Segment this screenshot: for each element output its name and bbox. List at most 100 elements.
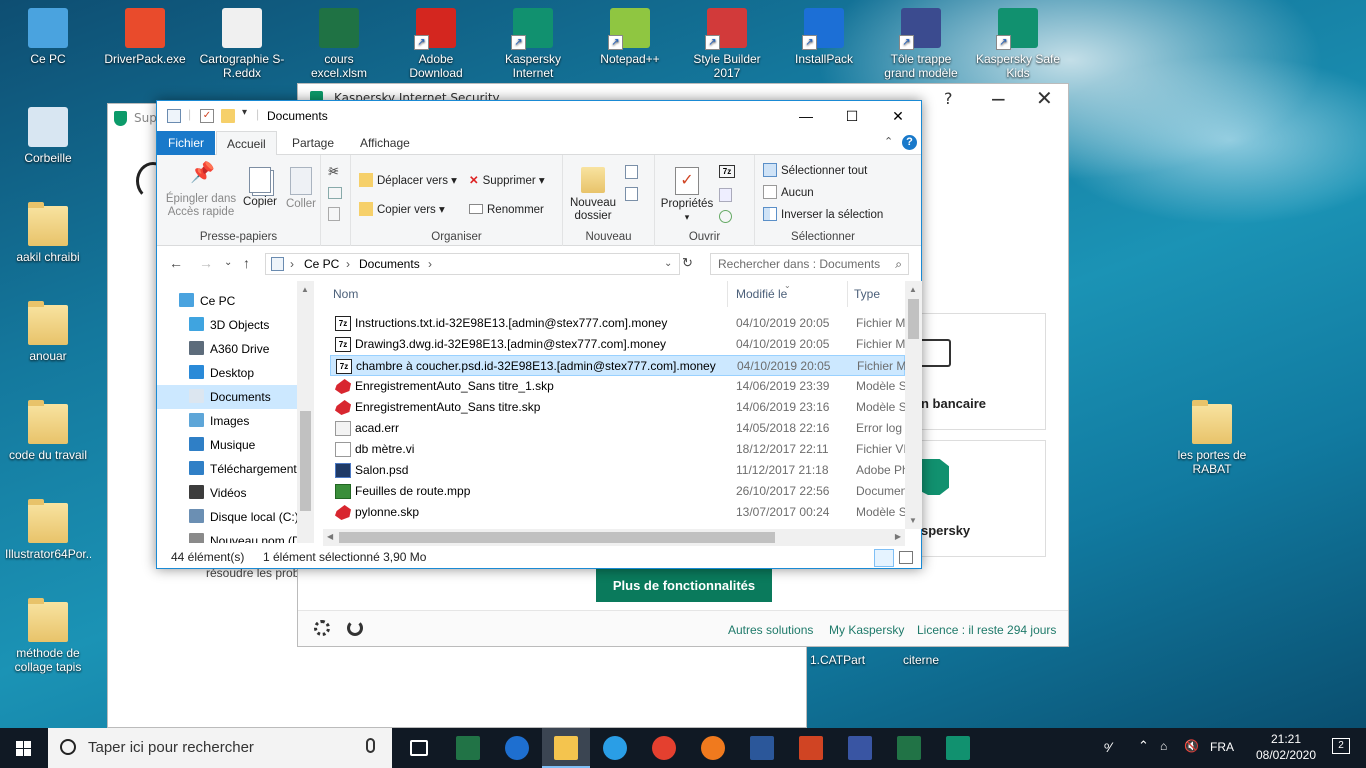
gear-icon[interactable] (314, 620, 330, 636)
paste-shortcut-icon[interactable] (328, 207, 340, 221)
file-row[interactable]: db mètre.vi 18/12/2017 22:11 Fichier VI (330, 439, 905, 460)
clock-time[interactable]: 21:21 (1262, 732, 1310, 746)
taskbar-search[interactable]: Taper ici pour rechercher (48, 728, 392, 768)
checkmark-qat-icon[interactable]: ✓ (200, 109, 214, 123)
tab-affichage[interactable]: Affichage (350, 131, 420, 155)
horizontal-scrollbar[interactable]: ◀ ▶ (323, 529, 905, 546)
start-button[interactable] (0, 728, 48, 768)
support-icon[interactable] (347, 620, 363, 636)
copy-button[interactable]: Copier (241, 167, 279, 209)
file-row[interactable]: pylonne.skp 13/07/2017 00:24 Modèle S (330, 502, 905, 523)
internet-explorer-taskbar-button[interactable] (591, 728, 639, 768)
maximize-button[interactable]: ☐ (829, 101, 875, 131)
microphone-icon[interactable] (366, 738, 375, 753)
minimize-button[interactable]: — (783, 101, 829, 131)
edit-icon[interactable] (719, 188, 732, 202)
paste-button[interactable]: Coller (283, 167, 319, 211)
select-none-button[interactable]: Aucun (763, 185, 814, 201)
bank-protection-card[interactable]: n bancaire (920, 313, 1046, 430)
my-kaspersky-link[interactable]: My Kaspersky (829, 623, 904, 637)
address-dropdown-icon[interactable]: ⌄ (664, 254, 672, 274)
firefox-taskbar-button[interactable] (689, 728, 737, 768)
desktop-icon[interactable]: InstallPack (781, 8, 867, 80)
new-folder-button[interactable]: Nouveau dossier (567, 167, 619, 223)
search-box[interactable]: Rechercher dans : Documents ⌕ (710, 253, 909, 275)
desktop-icon[interactable]: Adobe Download Assistant (393, 8, 479, 80)
easy-access-icon[interactable] (625, 187, 638, 201)
desktop-icon[interactable]: anouar (5, 301, 91, 377)
recent-dropdown-icon[interactable]: ⌄ (224, 257, 232, 268)
nav-item[interactable]: Documents (157, 385, 300, 409)
invert-selection-button[interactable]: Inverser la sélection (763, 207, 883, 223)
desktop-icon[interactable]: Kaspersky Safe Kids (975, 8, 1061, 80)
copy-path-icon[interactable] (328, 187, 342, 199)
minimize-icon[interactable]: − (990, 87, 1007, 111)
notification-icon[interactable]: 2 (1332, 738, 1350, 754)
nav-item[interactable]: Téléchargement (157, 457, 300, 481)
nav-item[interactable]: Musique (157, 433, 300, 457)
close-button[interactable]: ✕ (875, 101, 921, 131)
desktop-icon[interactable]: cours excel.xlsm (296, 8, 382, 80)
move-to-button[interactable]: Déplacer vers ▾ (359, 173, 457, 189)
rename-button[interactable]: Renommer (469, 202, 544, 218)
visio-taskbar-button[interactable] (836, 728, 884, 768)
nav-item[interactable]: Vidéos (157, 481, 300, 505)
desktop-icon[interactable]: Illustrator64Por... (5, 499, 91, 575)
details-view-icon[interactable] (874, 549, 894, 567)
forward-button[interactable]: → (199, 255, 213, 271)
kaspersky-taskbar-button[interactable] (934, 728, 982, 768)
new-item-icon[interactable] (625, 165, 638, 179)
desktop-icon[interactable]: méthode de collage tapis (5, 598, 91, 674)
select-all-button[interactable]: Sélectionner tout (763, 163, 867, 179)
nav-scrollbar[interactable]: ▲ (297, 281, 314, 543)
task-view-taskbar-button[interactable] (395, 728, 443, 768)
desktop-icon[interactable]: Corbeille (5, 107, 91, 179)
file-row[interactable]: EnregistrementAuto_Sans titre_1.skp 14/06… (330, 376, 905, 397)
file-row[interactable]: 7z chambre à coucher.psd.id-32E98E13.[adm… (330, 355, 905, 376)
file-row[interactable]: Feuilles de route.mpp 26/10/2017 22:56 Doc… (330, 481, 905, 502)
folder-qat-icon[interactable] (221, 109, 235, 123)
breadcrumb-ce-pc[interactable]: Ce PC (304, 254, 339, 274)
desktop-icon[interactable]: Cartographie S-R.eddx (199, 8, 285, 80)
desktop-icon[interactable]: Notepad++ (587, 8, 673, 80)
back-button[interactable]: ← (169, 255, 183, 271)
properties-qat-icon[interactable] (167, 109, 181, 123)
file-row[interactable]: 7z Drawing3.dwg.id-32E98E13.[admin@stex77… (330, 334, 905, 355)
people-icon[interactable]: ᵒ⁄ (1104, 739, 1112, 755)
kaspersky-card[interactable]: spersky (920, 440, 1046, 557)
hscroll-thumb[interactable] (339, 532, 775, 543)
chrome-taskbar-button[interactable] (640, 728, 688, 768)
nav-item[interactable]: Images (157, 409, 300, 433)
large-icons-view-icon[interactable] (899, 551, 913, 564)
nav-item[interactable]: Nouveau nom (D: (157, 529, 304, 543)
other-solutions-link[interactable]: Autres solutions (728, 623, 813, 637)
nav-item[interactable]: Disque local (C:) (157, 505, 300, 529)
word-taskbar-button[interactable] (738, 728, 786, 768)
license-link[interactable]: Licence : il reste 294 jours (917, 623, 1056, 637)
file-row[interactable]: acad.err 14/05/2018 22:16 Error log (330, 418, 905, 439)
language-indicator[interactable]: FRA (1210, 740, 1234, 754)
tab-fichier[interactable]: Fichier (157, 131, 216, 155)
nav-scroll-thumb[interactable] (300, 411, 311, 511)
network-icon[interactable]: ⌂ (1160, 739, 1167, 753)
desktop-icon[interactable]: Style Builder 2017 (684, 8, 770, 80)
desktop-icon[interactable]: Tôle trappe grand modèle CATDra... (878, 8, 964, 80)
col-modified[interactable]: Modifié le ⌄ (727, 281, 847, 307)
collapse-ribbon-icon[interactable]: ⌃ (884, 135, 893, 148)
nav-item[interactable]: 3D Objects (157, 313, 300, 337)
files-scroll-thumb[interactable] (908, 299, 919, 339)
excel-taskbar-button[interactable] (885, 728, 933, 768)
nav-item[interactable]: Desktop (157, 361, 300, 385)
desktop-icon[interactable]: DriverPack.exe (102, 8, 188, 80)
address-bar[interactable]: › Ce PC › Documents › ⌄ (265, 253, 680, 275)
refresh-icon[interactable]: ↻ (682, 255, 693, 271)
more-features-button[interactable]: Plus de fonctionnalités (596, 569, 772, 602)
cut-icon[interactable]: ✂ (328, 165, 339, 181)
file-explorer-window[interactable]: | ✓ ▾ | Documents — ☐ ✕ Fichier Accueil … (156, 100, 922, 569)
desktop-icon[interactable]: aakil chraibi (5, 202, 91, 278)
history-icon[interactable] (719, 210, 732, 223)
file-row[interactable]: 7z Instructions.txt.id-32E98E13.[admin@st… (330, 313, 905, 334)
up-button[interactable]: ↑ (243, 255, 250, 271)
project-taskbar-button[interactable] (444, 728, 492, 768)
desktop-icon[interactable]: Kaspersky Internet Security (490, 8, 576, 80)
